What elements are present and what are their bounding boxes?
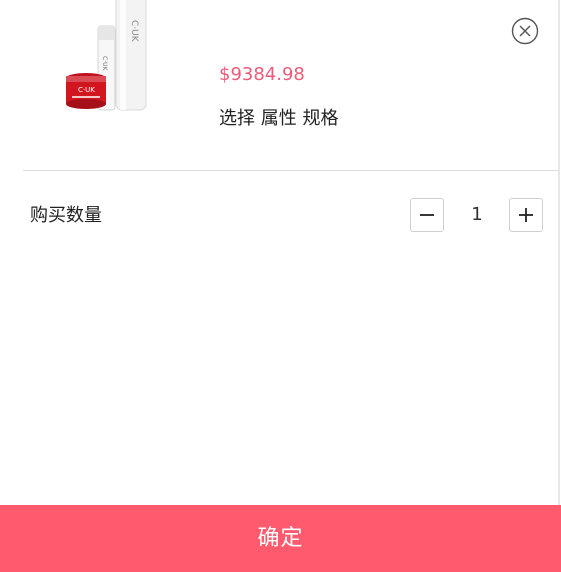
- spec-prompt: 选择 属性 规格: [219, 108, 339, 129]
- confirm-button[interactable]: 确定: [0, 505, 561, 572]
- quantity-value[interactable]: 1: [446, 203, 508, 227]
- plus-icon: [519, 208, 533, 222]
- close-icon: [511, 17, 539, 45]
- svg-text:C·UK: C·UK: [129, 20, 139, 43]
- divider: [23, 170, 559, 171]
- product-image: C·UK C·UK C·UK: [48, 0, 158, 118]
- increment-button[interactable]: [509, 198, 543, 232]
- quantity-label: 购买数量: [30, 205, 102, 226]
- decrement-button[interactable]: [410, 198, 444, 232]
- product-price: $9384.98: [219, 64, 305, 85]
- svg-text:C·UK: C·UK: [101, 56, 108, 71]
- sheet-edge: [558, 0, 560, 505]
- close-button[interactable]: [511, 17, 539, 45]
- minus-icon: [420, 214, 434, 216]
- sku-selector-sheet: C·UK C·UK C·UK $9384.98 选择 属性 规格 购买数量 1 …: [0, 0, 561, 572]
- svg-text:C·UK: C·UK: [78, 86, 95, 94]
